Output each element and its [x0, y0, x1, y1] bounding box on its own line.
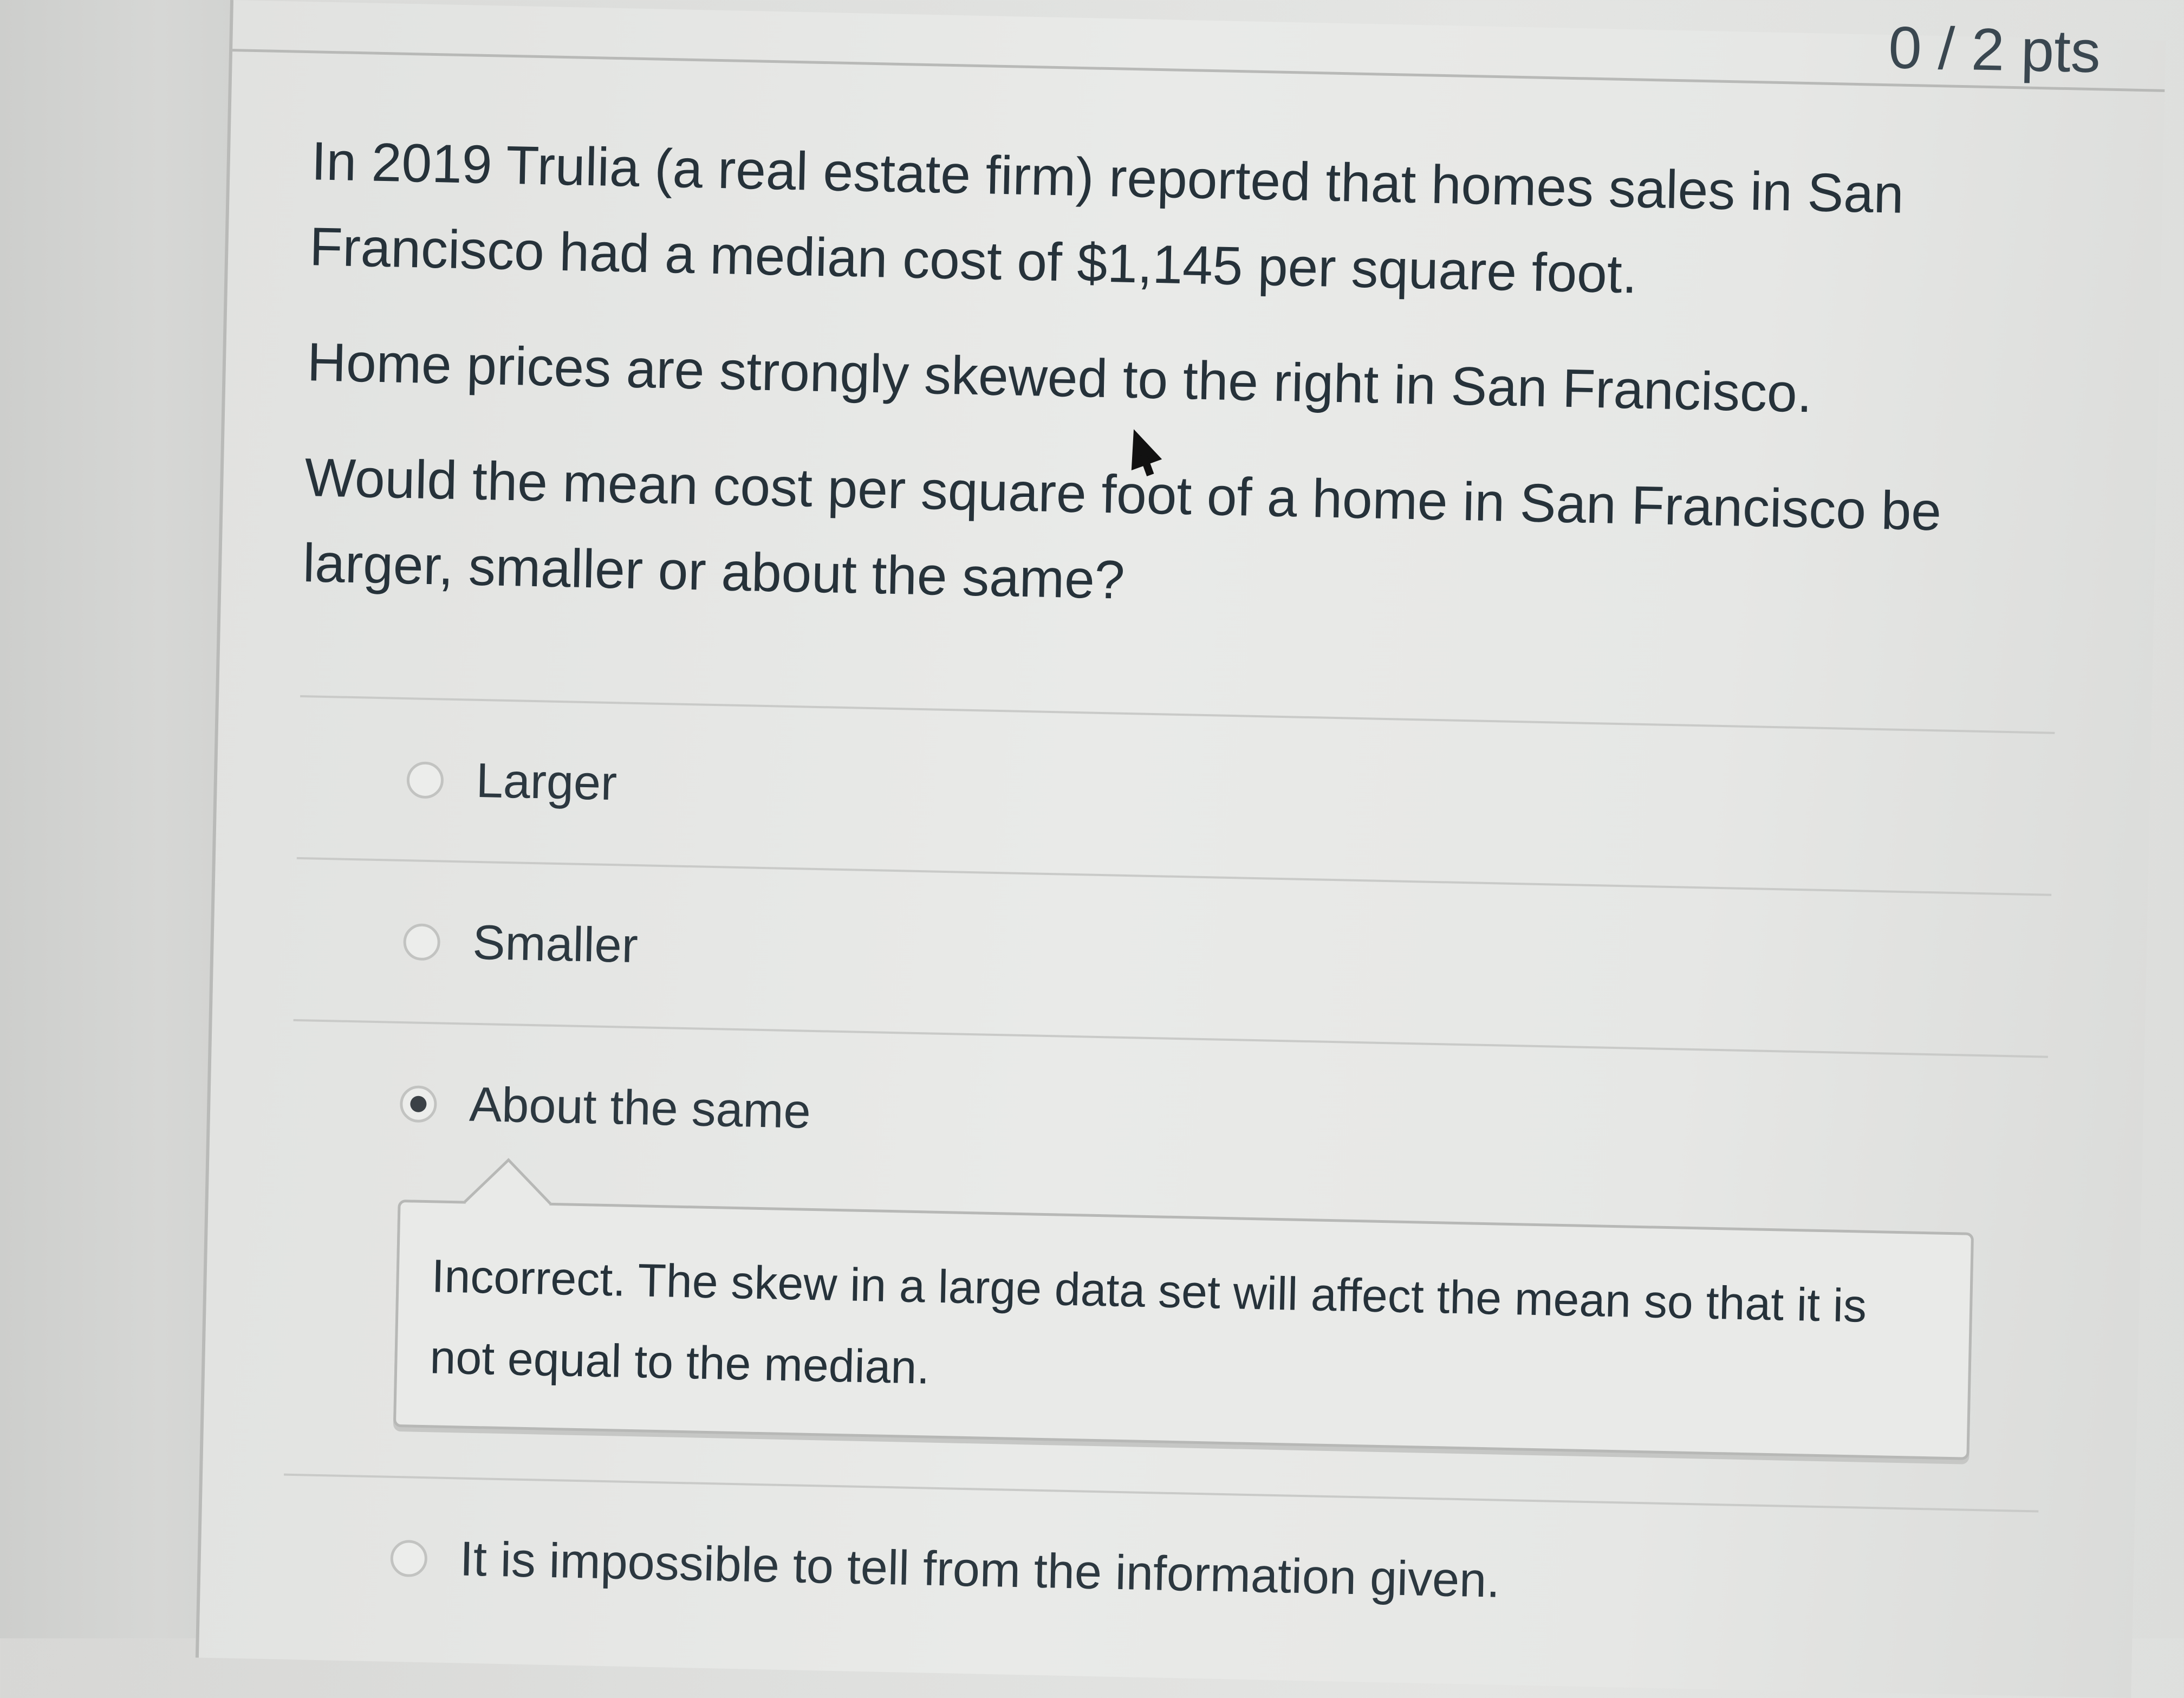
page-left-margin	[0, 0, 230, 1638]
question-header: 0 / 2 pts	[232, 0, 2167, 92]
question-paragraph-2: Home prices are strongly skewed to the r…	[306, 332, 1813, 424]
answer-list: Larger Smaller About the same Incorrect.…	[281, 695, 2055, 1672]
question-paragraph-1: In 2019 Trulia (a real estate firm) repo…	[309, 131, 1904, 305]
answer-label: About the same	[469, 1077, 811, 1139]
radio-button-selected[interactable]	[399, 1085, 438, 1123]
radio-button[interactable]	[402, 923, 441, 961]
answer-label: Smaller	[472, 915, 639, 974]
question-card: 0 / 2 pts In 2019 Trulia (a real estate …	[195, 0, 2167, 1698]
points-label: 0 / 2 pts	[1888, 14, 2102, 86]
question-text: In 2019 Trulia (a real estate firm) repo…	[301, 118, 2099, 673]
question-paragraph-3: Would the mean cost per square foot of a…	[302, 447, 1942, 611]
answer-label: It is impossible to tell from the inform…	[459, 1532, 1501, 1608]
answer-feedback: Incorrect. The skew in a large data set …	[393, 1199, 1974, 1460]
radio-button[interactable]	[406, 761, 444, 799]
answer-label: Larger	[475, 753, 618, 811]
radio-button[interactable]	[390, 1539, 428, 1577]
